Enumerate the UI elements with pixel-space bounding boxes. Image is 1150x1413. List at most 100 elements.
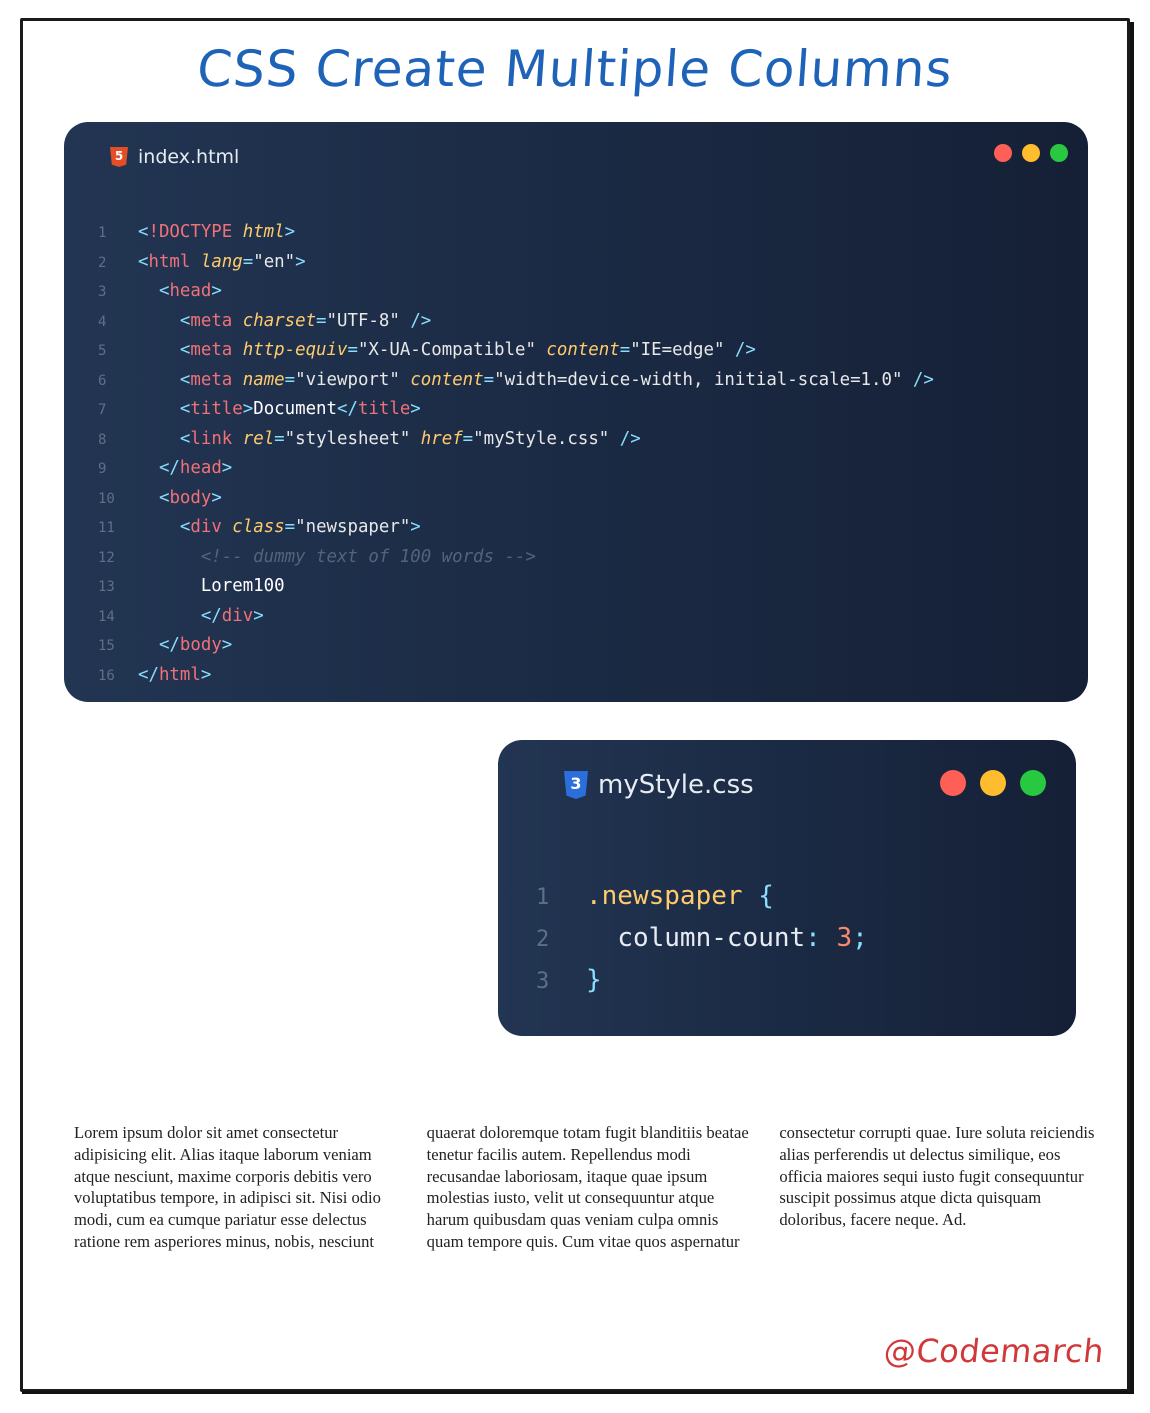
code-token: meta	[190, 310, 233, 331]
code-token: <	[179, 399, 191, 419]
page-title: CSS Create Multiple Columns	[195, 40, 955, 98]
code-token: "width=device-width, initial-scale=1.0"	[494, 369, 903, 390]
maximize-dot-icon[interactable]	[1050, 144, 1068, 162]
code-token: name	[242, 369, 285, 390]
code-token: </	[158, 458, 180, 478]
code-line: 15 </body>	[98, 631, 934, 661]
close-dot-icon[interactable]	[940, 770, 966, 796]
code-token: :	[805, 923, 821, 953]
code-token: />	[734, 340, 756, 360]
code-token: {	[758, 881, 774, 911]
code-token: "UTF-8"	[326, 310, 400, 331]
code-line: 11 <div class="newspaper">	[98, 513, 934, 543]
code-token: class	[232, 517, 285, 537]
line-number: 4	[98, 313, 107, 330]
code-token: >	[410, 517, 421, 537]
code-token: "IE=edge"	[630, 340, 725, 360]
code-token: lang	[200, 251, 243, 272]
code-token: 3	[836, 923, 853, 953]
code-token: </	[138, 664, 159, 685]
code-token: html	[148, 251, 191, 272]
code-token: >	[211, 487, 222, 508]
minimize-dot-icon[interactable]	[1022, 144, 1040, 162]
code-token: div	[190, 517, 222, 537]
code-token: link	[190, 428, 233, 449]
code-line: 2 <html lang="en">	[98, 248, 934, 278]
css-editor-window: 3 myStyle.css 1 .newspaper {2 column-coun…	[498, 740, 1076, 1036]
code-token: =	[462, 428, 474, 449]
code-token: >	[221, 458, 233, 478]
code-line: 9 </head>	[98, 454, 934, 484]
html-file-tab[interactable]: 5 index.html	[110, 146, 239, 168]
line-number: 8	[98, 431, 107, 448]
code-token: </	[200, 605, 222, 626]
code-token: rel	[242, 428, 275, 449]
code-token: </	[336, 399, 358, 419]
code-token: content	[410, 369, 484, 390]
line-number: 12	[98, 549, 115, 566]
code-token: charset	[242, 310, 317, 331]
line-number: 15	[98, 638, 115, 654]
line-number: 10	[98, 490, 115, 507]
code-token: content	[546, 340, 620, 360]
code-token: column-count	[617, 923, 806, 953]
code-line: 12 <!-- dummy text of 100 words -->	[98, 543, 934, 573]
code-token: body	[179, 635, 222, 655]
css3-icon: 3	[564, 771, 588, 799]
close-dot-icon[interactable]	[994, 144, 1012, 162]
html-editor-window: 5 index.html 1 <!DOCTYPE html> 2 <html lang…	[64, 122, 1088, 702]
code-token: <!-- dummy text of 100 words -->	[200, 546, 536, 567]
html-file-name: index.html	[138, 146, 240, 168]
line-number: 9	[98, 461, 107, 477]
code-token: "viewport"	[295, 369, 400, 390]
line-number: 14	[98, 608, 115, 625]
css-window-controls	[940, 770, 1046, 796]
code-line: 3}	[536, 960, 868, 1002]
maximize-dot-icon[interactable]	[1020, 770, 1046, 796]
html5-icon: 5	[110, 147, 128, 167]
code-token: =	[242, 251, 254, 272]
code-token: <	[179, 517, 191, 537]
line-number: 2	[536, 927, 550, 952]
line-number: 6	[98, 372, 107, 389]
code-token: !DOCTYPE	[148, 222, 233, 242]
code-token: Document	[253, 399, 337, 419]
code-line: 4 <meta charset="UTF-8" />	[98, 307, 934, 337]
code-token: <	[138, 222, 149, 242]
newspaper-columns-output: Lorem ipsum dolor sit amet consectetur a…	[74, 1123, 1095, 1251]
code-token: http-equiv	[242, 340, 348, 360]
minimize-dot-icon[interactable]	[980, 770, 1006, 796]
code-token: .newspaper	[586, 881, 743, 911]
line-number: 3	[98, 284, 107, 300]
code-token: <	[158, 487, 170, 508]
code-line: 3 <head>	[98, 277, 934, 307]
code-token: title	[190, 399, 243, 419]
code-token: =	[483, 369, 495, 390]
css-file-tab[interactable]: 3 myStyle.css	[564, 770, 754, 800]
code-token: />	[619, 428, 641, 449]
code-token: <	[179, 369, 191, 390]
line-number: 7	[98, 402, 107, 418]
code-line: 8 <link rel="stylesheet" href="myStyle.c…	[98, 425, 934, 455]
code-token: =	[284, 517, 296, 537]
code-token: >	[242, 399, 254, 419]
code-token: head	[179, 458, 222, 478]
code-token: head	[169, 281, 212, 301]
html-window-controls	[994, 144, 1068, 162]
code-token: =	[316, 310, 327, 331]
code-token: >	[410, 399, 421, 419]
code-token: body	[169, 487, 212, 508]
code-line: 1 <!DOCTYPE html>	[98, 218, 934, 248]
code-line: 2 column-count: 3;	[536, 918, 868, 960]
line-number: 16	[98, 667, 115, 684]
